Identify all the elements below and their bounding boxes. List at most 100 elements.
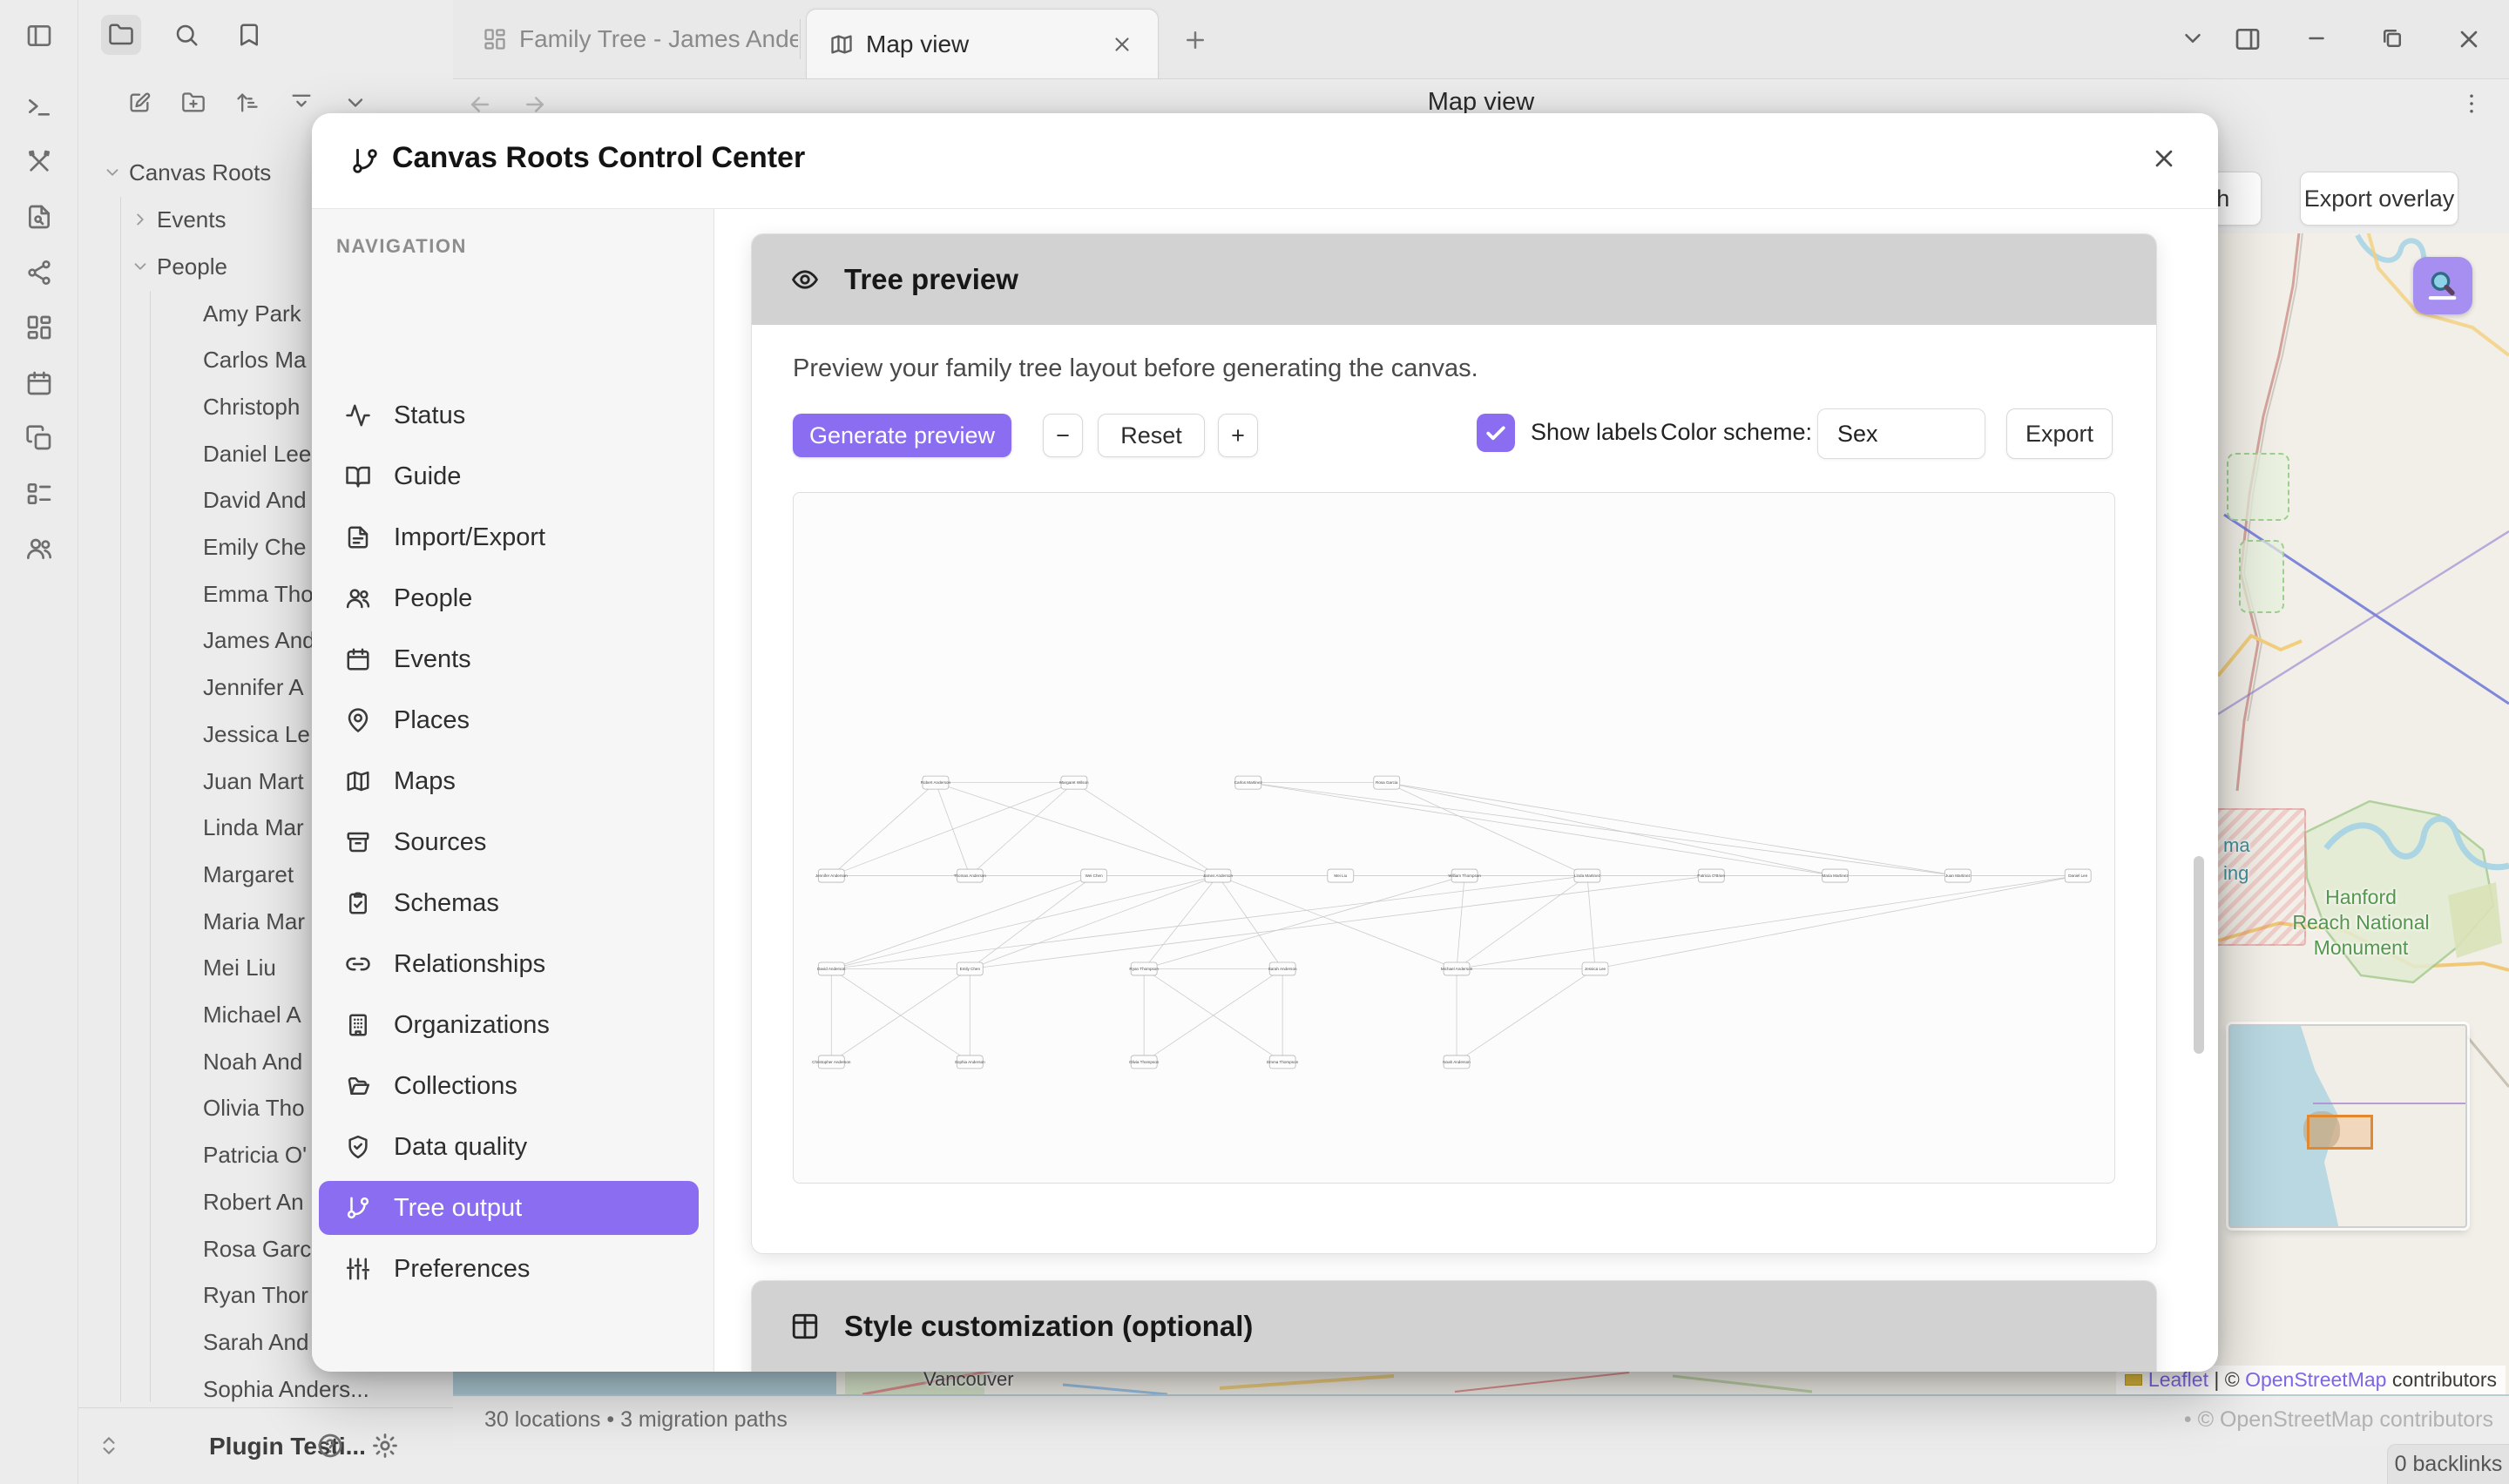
sort-order-button[interactable] [228,84,267,122]
nav-item-import-export[interactable]: Import/Export [319,510,699,564]
leaflet-link[interactable]: Leaflet [2148,1368,2208,1392]
indent-guide [120,197,121,1402]
modal-close-icon[interactable] [2150,145,2178,172]
tree-item-person[interactable]: Jessica Le [203,713,310,755]
nav-item-schemas[interactable]: Schemas [319,876,699,930]
style-customization-card[interactable]: Style customization (optional) [751,1280,2157,1372]
vault-switcher-bar[interactable]: Plugin Testi... [78,1407,453,1484]
close-window-icon[interactable] [2455,25,2483,53]
tree-item-person[interactable]: Sophia Anders... [203,1368,369,1410]
tree-item-person[interactable]: Daniel Lee [203,433,311,475]
nav-item-events[interactable]: Events [319,632,699,686]
calendar-icon [345,646,371,672]
zoom-out-button[interactable]: − [1043,414,1083,457]
show-labels-checkbox[interactable] [1477,414,1515,452]
tree-item-root[interactable]: Canvas Roots [103,152,271,193]
nav-item-people[interactable]: People [319,571,699,625]
tree-item-person[interactable]: Ryan Thor [203,1275,308,1317]
tree-preview-canvas[interactable]: Robert AndersonMargaret WilsonCarlos Mar… [793,492,2115,1184]
tree-item-folder-people[interactable]: People [131,246,227,287]
new-tab-button[interactable] [1178,23,1213,57]
new-note-button[interactable] [120,84,159,122]
tree-item-person[interactable]: James And [203,620,315,662]
nav-item-places[interactable]: Places [319,693,699,747]
nav-item-relationships[interactable]: Relationships [319,937,699,991]
more-options-icon[interactable] [2458,91,2485,117]
share-2-ribbon-button[interactable] [20,253,58,292]
settings-gear-icon[interactable] [371,1432,399,1460]
toggle-left-sidebar-button[interactable] [20,17,58,55]
nav-item-label: Preferences [394,1255,530,1284]
map-search-button[interactable] [2413,257,2472,314]
copy-ribbon-button[interactable] [20,419,58,457]
export-button[interactable]: Export [2006,408,2113,459]
tree-item-folder-events[interactable]: Events [131,199,227,240]
users-ribbon-button[interactable] [20,530,58,568]
nav-item-tree-output[interactable]: Tree output [319,1181,699,1235]
nav-item-data-quality[interactable]: Data quality [319,1120,699,1174]
nav-item-collections[interactable]: Collections [319,1059,699,1113]
tree-item-person[interactable]: David And [203,480,307,522]
tree-item-person[interactable]: Linda Mar [203,807,304,849]
new-folder-button[interactable] [174,84,213,122]
nav-item-maps[interactable]: Maps [319,754,699,808]
help-icon[interactable] [316,1432,344,1460]
backlinks-badge[interactable]: 0 backlinks [2387,1444,2509,1484]
tree-item-label: Olivia Tho [203,1095,305,1122]
tree-item-person[interactable]: Mei Liu [203,948,276,989]
tab-bar: Family Tree - James Anders... Map view [453,0,2509,78]
tab-family-tree[interactable]: Family Tree - James Anders... [472,0,812,78]
tools-ribbon-button[interactable] [20,143,58,181]
search-tab-button[interactable] [166,15,206,55]
tree-item-person[interactable]: Christoph [203,386,300,428]
tree-item-person[interactable]: Margaret [203,853,294,895]
tree-item-person[interactable]: Jennifer A [203,667,304,709]
tree-item-person[interactable]: Emma Tho [203,573,314,615]
zoom-in-button[interactable]: + [1218,414,1258,457]
nav-item-organizations[interactable]: Organizations [319,998,699,1052]
terminal-ribbon-button[interactable] [20,87,58,125]
restore-window-icon[interactable] [2379,25,2405,51]
tree-item-person[interactable]: Patricia O' [203,1135,307,1177]
file-search-ribbon-button[interactable] [20,198,58,236]
minimize-icon[interactable] [2303,25,2330,51]
calendar-ribbon-button[interactable] [20,364,58,402]
toggle-right-sidebar-icon[interactable] [2234,25,2262,53]
layout-dashboard-ribbon-button[interactable] [20,308,58,347]
minimap-border-line [2313,1103,2466,1104]
close-tab-icon[interactable] [1111,33,1133,56]
nav-item-status[interactable]: Status [319,388,699,442]
tab-map-view[interactable]: Map view [806,9,1159,78]
tree-item-person[interactable]: Juan Mart [203,760,304,802]
tree-item-person[interactable]: Rosa Garc [203,1228,311,1270]
canvas-file-icon [483,27,507,51]
minimap-inset[interactable] [2228,1024,2467,1228]
tree-item-person[interactable]: Olivia Tho [203,1088,305,1130]
vault-name[interactable]: Plugin Testi... [209,1433,375,1460]
panel-left-icon [25,22,53,50]
tree-item-person[interactable]: Michael A [203,995,301,1036]
tab-list-chevron-icon[interactable] [2180,25,2206,51]
layout-dashboard-icon [25,314,53,341]
files-tab-button[interactable] [101,15,141,55]
nav-item-preferences[interactable]: Preferences [319,1242,699,1296]
tree-item-person[interactable]: Amy Park [203,293,301,334]
color-scheme-select[interactable]: Sex [1817,408,1985,459]
layout-list-ribbon-button[interactable] [20,475,58,513]
reset-button[interactable]: Reset [1098,414,1205,457]
nav-item-sources[interactable]: Sources [319,815,699,869]
tree-item-person[interactable]: Noah And [203,1041,302,1083]
tree-item-person[interactable]: Emily Che [203,527,306,569]
sliders-icon [345,1256,371,1282]
osm-link[interactable]: OpenStreetMap [2245,1368,2386,1392]
nav-item-guide[interactable]: Guide [319,449,699,503]
bookmarks-tab-button[interactable] [229,15,269,55]
attribution-separator: | © [2208,1368,2245,1392]
tree-item-person[interactable]: Sarah And [203,1321,308,1363]
export-overlay-button[interactable]: Export overlay [2300,172,2458,226]
tree-item-person[interactable]: Carlos Ma [203,340,306,381]
generate-preview-button[interactable]: Generate preview [793,414,1011,457]
tree-item-person[interactable]: Robert An [203,1181,304,1223]
tree-item-person[interactable]: Maria Mar [203,901,305,942]
modal-scrollbar-thumb[interactable] [2194,856,2204,1054]
